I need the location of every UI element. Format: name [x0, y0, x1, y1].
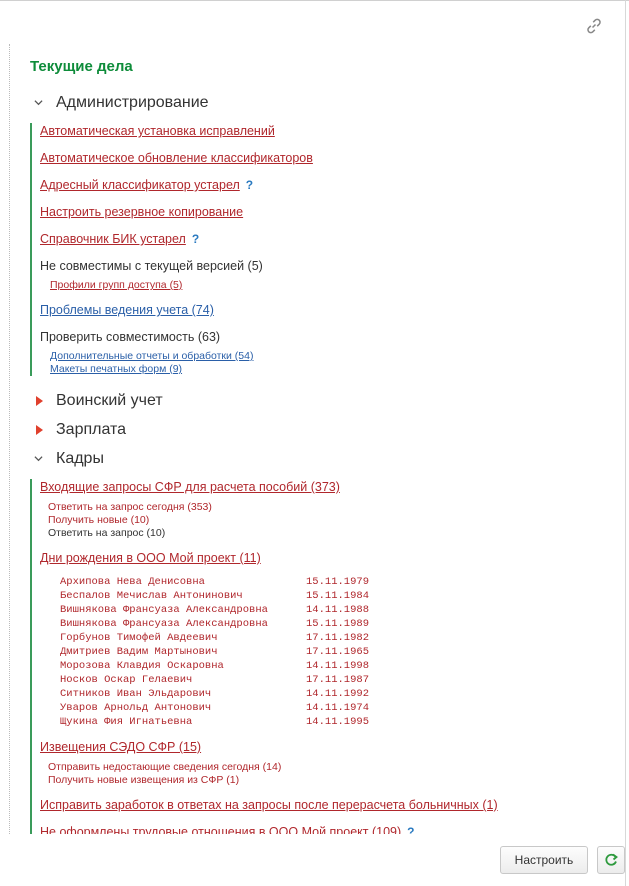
section-hr-body: Входящие запросы СФР для расчета пособий…: [30, 479, 620, 834]
subtask-link[interactable]: Дополнительные отчеты и обработки (54): [50, 350, 253, 362]
refresh-icon: [605, 853, 618, 866]
task-accounting-problems: Проблемы ведения учета (74): [40, 302, 620, 319]
subtask-additional-reports: Дополнительные отчеты и обработки (54): [50, 350, 620, 363]
birthday-date: 14.11.1992: [306, 688, 370, 700]
birthday-row: Дмитриев Вадим Мартынович 17.11.1965: [60, 645, 620, 659]
help-icon[interactable]: ?: [192, 232, 199, 246]
birthday-date: 14.11.1974: [306, 702, 370, 714]
current-tasks-panel: Текущие дела Администрирование Автоматич…: [30, 58, 620, 834]
birthday-row: Уваров Арнольд Антонович 14.11.1974: [60, 701, 620, 715]
help-icon[interactable]: ?: [407, 825, 414, 834]
task-check-compatibility: Проверить совместимость (63): [40, 330, 221, 344]
section-salary-label: Зарплата: [56, 420, 127, 438]
task-address-classifier: Адресный классификатор устарел?: [40, 177, 620, 194]
section-hr-header[interactable]: Кадры: [30, 444, 620, 473]
section-admin-label: Администрирование: [56, 93, 209, 111]
refresh-button[interactable]: [597, 846, 625, 874]
task-link[interactable]: Дни рождения в ООО Мой проект (11): [40, 551, 261, 565]
subtask-print-templates: Макеты печатных форм (9): [50, 363, 620, 376]
subtask-access-profiles: Профили групп доступа (5): [50, 279, 620, 292]
task-not-registered: Не оформлены трудовые отношения в ООО Мо…: [40, 824, 620, 834]
birthday-date: 17.11.1987: [306, 674, 370, 686]
triangle-right-icon: [30, 395, 56, 406]
birthday-name: Вишнякова Франсуаза Александровна: [60, 604, 268, 616]
subtask-link[interactable]: Отправить недостающие сведения сегодня (…: [48, 761, 281, 773]
birthday-date: 17.11.1965: [306, 646, 370, 658]
birthday-row: Горбунов Тимофей Авдеевич 17.11.1982: [60, 631, 620, 645]
task-fix-earnings: Исправить заработок в ответах на запросы…: [40, 797, 620, 814]
task-link[interactable]: Автоматическая установка исправлений: [40, 124, 275, 138]
task-link[interactable]: Извещения СЭДО СФР (15): [40, 740, 201, 754]
task-link[interactable]: Автоматическое обновление классификаторо…: [40, 151, 313, 165]
frame-left-border: [9, 44, 10, 834]
task-link[interactable]: Настроить резервное копирование: [40, 205, 243, 219]
task-link[interactable]: Адресный классификатор устарел: [40, 178, 240, 192]
birthday-name: Горбунов Тимофей Авдеевич: [60, 632, 218, 644]
birthday-row: Вишнякова Франсуаза Александровна 14.11.1…: [60, 603, 620, 617]
subtask-link[interactable]: Ответить на запрос сегодня (353): [48, 501, 212, 513]
birthday-name: Щукина Фия Игнатьевна: [60, 716, 193, 728]
subtask-link[interactable]: Макеты печатных форм (9): [50, 363, 182, 375]
section-military-header[interactable]: Воинский учет: [30, 386, 620, 415]
birthday-row: Щукина Фия Игнатьевна 14.11.1995: [60, 715, 620, 729]
task-incompatible: Не совместимы с текущей версией (5): [40, 259, 263, 273]
birthday-name: Ситников Иван Эльдарович: [60, 688, 212, 700]
subtask-text: Ответить на запрос (10): [48, 527, 166, 539]
birthday-row: Носков Оскар Гелаевич 17.11.1987: [60, 673, 620, 687]
link-icon[interactable]: [585, 17, 605, 37]
section-hr-label: Кадры: [56, 449, 104, 467]
task-sedo: Извещения СЭДО СФР (15): [40, 739, 620, 756]
birthday-row: Архипова Нева Денисовна 15.11.1979: [60, 575, 620, 589]
birthday-table: Архипова Нева Денисовна 15.11.1979 Беспало…: [60, 575, 620, 729]
birthday-date: 17.11.1982: [306, 632, 370, 644]
birthday-name: Беспалов Мечислав Антонинович: [60, 590, 243, 602]
birthday-row: Морозова Клавдия Оскаровна 14.11.1998: [60, 659, 620, 673]
task-link[interactable]: Проблемы ведения учета (74): [40, 303, 214, 317]
task-auto-update-classifiers: Автоматическое обновление классификаторо…: [40, 150, 620, 167]
page-title: Текущие дела: [30, 58, 133, 75]
subtask-link[interactable]: Получить новые извещения из СФР (1): [48, 774, 239, 786]
task-backup: Настроить резервное копирование: [40, 204, 620, 221]
birthday-date: 14.11.1988: [306, 604, 370, 616]
subtask-link[interactable]: Профили групп доступа (5): [50, 279, 182, 291]
section-military-label: Воинский учет: [56, 391, 163, 409]
birthday-date: 15.11.1984: [306, 590, 370, 602]
task-link[interactable]: Входящие запросы СФР для расчета пособий…: [40, 480, 340, 494]
configure-button[interactable]: Настроить: [500, 846, 588, 874]
section-salary-header[interactable]: Зарплата: [30, 415, 620, 444]
birthday-date: 15.11.1979: [306, 576, 370, 588]
task-sfr-requests: Входящие запросы СФР для расчета пособий…: [40, 479, 620, 496]
section-admin-body: Автоматическая установка исправлений Авт…: [30, 123, 620, 376]
help-icon[interactable]: ?: [246, 178, 253, 192]
chevron-down-icon: [30, 98, 56, 107]
task-bik: Справочник БИК устарел?: [40, 231, 620, 248]
birthday-date: 14.11.1998: [306, 660, 370, 672]
birthday-name: Вишнякова Франсуаза Александровна: [60, 618, 268, 630]
birthday-row: Ситников Иван Эльдарович 14.11.1992: [60, 687, 620, 701]
task-birthdays: Дни рождения в ООО Мой проект (11): [40, 550, 620, 567]
birthday-row: Вишнякова Франсуаза Александровна 15.11.1…: [60, 617, 620, 631]
task-auto-install-fixes: Автоматическая установка исправлений: [40, 123, 620, 140]
birthday-date: 14.11.1995: [306, 716, 370, 728]
birthday-name: Морозова Клавдия Оскаровна: [60, 660, 224, 672]
chevron-down-icon: [30, 454, 56, 463]
frame-right-border: [625, 0, 626, 886]
triangle-right-icon: [30, 424, 56, 435]
birthday-name: Дмитриев Вадим Мартынович: [60, 646, 218, 658]
birthday-row: Беспалов Мечислав Антонинович 15.11.1984: [60, 589, 620, 603]
birthday-name: Уваров Арнольд Антонович: [60, 702, 212, 714]
task-link[interactable]: Справочник БИК устарел: [40, 232, 186, 246]
task-link[interactable]: Исправить заработок в ответах на запросы…: [40, 798, 498, 812]
birthday-name: Носков Оскар Гелаевич: [60, 674, 193, 686]
birthday-date: 15.11.1989: [306, 618, 370, 630]
section-admin-header[interactable]: Администрирование: [30, 88, 620, 117]
top-toolbar: [0, 0, 629, 43]
task-link[interactable]: Не оформлены трудовые отношения в ООО Мо…: [40, 825, 401, 834]
birthday-name: Архипова Нева Денисовна: [60, 576, 205, 588]
subtask-link[interactable]: Получить новые (10): [48, 514, 149, 526]
